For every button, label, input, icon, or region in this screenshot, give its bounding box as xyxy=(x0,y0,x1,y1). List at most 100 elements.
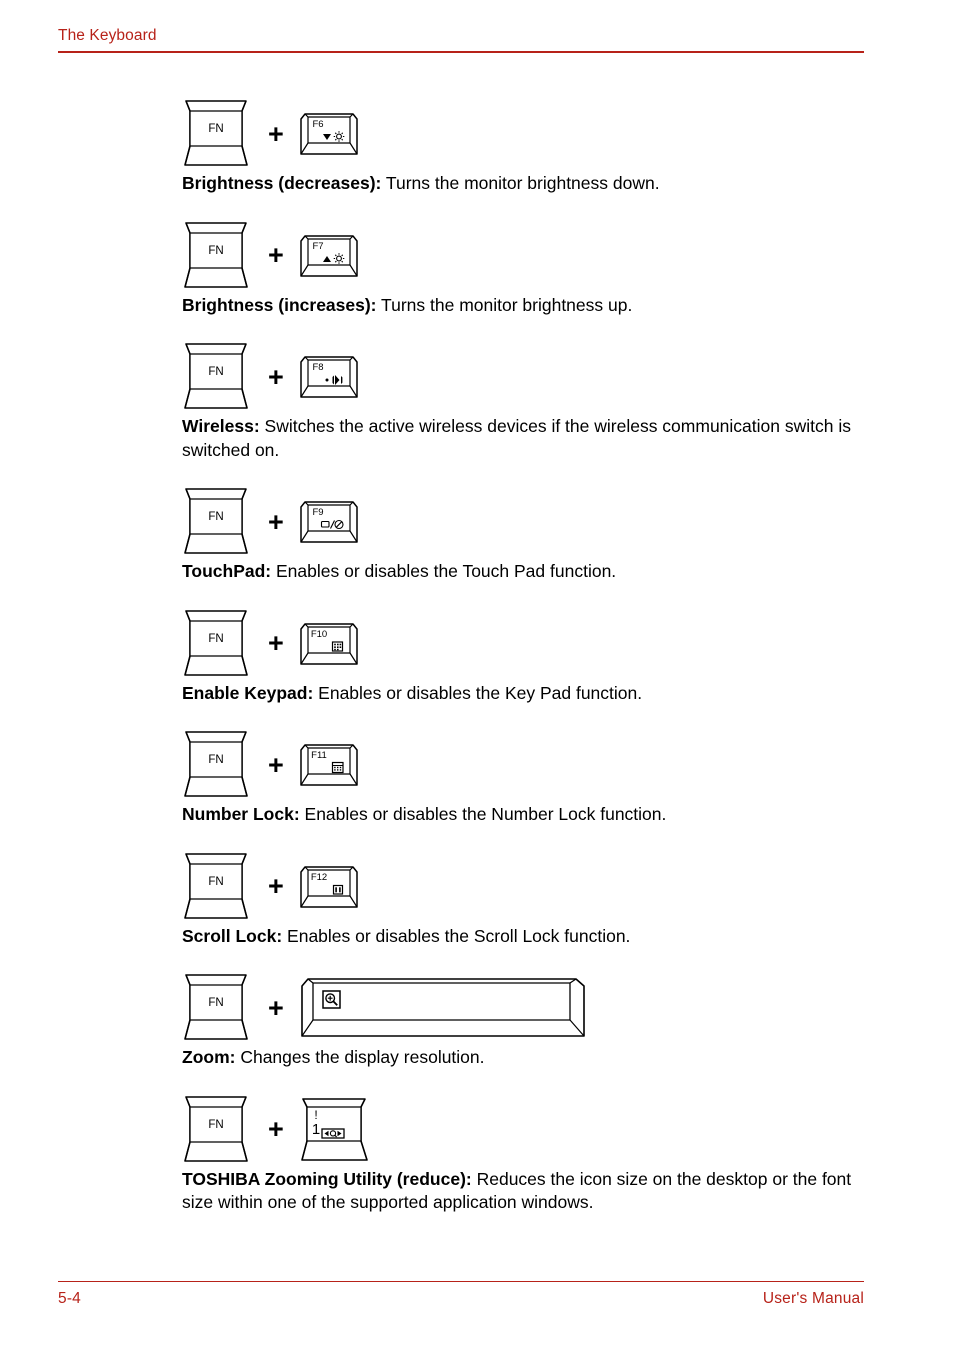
shortcut-description: Scroll Lock: Enables or disables the Scr… xyxy=(182,925,862,949)
fn-key-label: FN xyxy=(208,123,223,135)
plus-sign: + xyxy=(268,749,284,780)
f10-keycap[interactable]: F10 xyxy=(298,620,360,668)
f11-keycap[interactable]: F11 xyxy=(298,741,360,789)
plus-sign: + xyxy=(268,628,284,658)
shift-exclamation-label: ! xyxy=(314,1108,317,1122)
fn-keycap[interactable]: FN xyxy=(182,729,250,801)
shortcut-entry-brightness-decreases: FN + F6 Brightness (decreases): Turns th… xyxy=(182,98,882,220)
f7-key-label: F7 xyxy=(312,241,323,252)
f8-key-label: F8 xyxy=(312,362,323,373)
shortcut-text: Enables or disables the Number Lock func… xyxy=(299,804,667,824)
shortcut-description: Number Lock: Enables or disables the Num… xyxy=(182,803,862,827)
shortcut-text: Changes the display resolution. xyxy=(235,1047,485,1067)
shortcut-entry-scroll-lock: FN + F12 Scroll Lock: Enables or disable… xyxy=(182,851,882,973)
shortcut-entry-enable-keypad: FN + F10 Enable Keypad: Enables or disab… xyxy=(182,608,882,730)
shortcut-term: Brightness (increases): xyxy=(182,294,377,315)
plus-sign: + xyxy=(268,506,284,537)
f6-key-label: F6 xyxy=(312,119,323,130)
shortcut-entry-touchpad: FN + F9 TouchPad: Enables or disables th… xyxy=(182,486,882,608)
plus-sign: + xyxy=(268,240,284,270)
fn-key-label: FN xyxy=(208,754,223,766)
fn-key-label: FN xyxy=(208,1119,223,1131)
fn-keycap[interactable]: FN xyxy=(182,98,250,170)
shortcut-text: Turns the monitor brightness down. xyxy=(381,173,660,193)
plus-sign: + xyxy=(268,992,284,1023)
fn-key-label: FN xyxy=(208,876,223,888)
shortcut-description: TOSHIBA Zooming Utility (reduce): Reduce… xyxy=(182,1168,862,1215)
shortcut-description: Brightness (decreases): Turns the monito… xyxy=(182,172,862,196)
shortcut-text: Enables or disables the Scroll Lock func… xyxy=(282,925,631,946)
manual-page: The Keyboard FN + F6 Brightness (decreas… xyxy=(0,0,954,1352)
fn-keycap[interactable]: FN xyxy=(182,486,250,558)
key-combination: FN + F9 xyxy=(182,486,882,558)
key-combination: FN + F6 xyxy=(182,98,882,170)
shortcut-description: Enable Keypad: Enables or disables the K… xyxy=(182,682,862,706)
shortcut-term: TOSHIBA Zooming Utility (reduce): xyxy=(182,1168,472,1189)
f6-keycap[interactable]: F6 xyxy=(298,110,360,158)
fn-key-label: FN xyxy=(208,245,223,257)
f11-key-label: F11 xyxy=(311,750,327,761)
fn-key-label: FN xyxy=(208,511,223,523)
f12-keycap[interactable]: F12 xyxy=(298,863,360,911)
shortcut-term: Brightness (decreases): xyxy=(182,173,382,193)
key-combination: FN + F12 xyxy=(182,851,882,923)
number-one-keycap[interactable]: ! 1 xyxy=(298,1095,370,1165)
key-combination: FN + F8 xyxy=(182,341,882,413)
shortcut-term: Wireless: xyxy=(182,416,260,436)
fn-keycap[interactable]: FN xyxy=(182,1094,250,1166)
plus-sign: + xyxy=(268,871,284,901)
shortcut-term: Zoom: xyxy=(182,1047,236,1067)
spacebar-keycap[interactable] xyxy=(298,975,588,1041)
shortcut-term: TouchPad: xyxy=(182,561,272,581)
shortcut-description: Zoom: Changes the display resolution. xyxy=(182,1046,862,1070)
shortcut-text: Enables or disables the Touch Pad functi… xyxy=(271,561,617,581)
footer-page-number: 5-4 xyxy=(58,1290,82,1307)
fn-keycap[interactable]: FN xyxy=(182,608,250,680)
fn-keycap[interactable]: FN xyxy=(182,851,250,923)
shortcut-entry-wireless: FN + F8 Wireless: Switches the active wi… xyxy=(182,341,882,486)
f7-keycap[interactable]: F7 xyxy=(298,232,360,280)
key-combination: FN + xyxy=(182,972,882,1044)
shortcut-term: Number Lock: xyxy=(182,804,300,824)
f9-key-label: F9 xyxy=(312,507,323,518)
shortcut-entry-number-lock: FN + F11 Number Lock: Enables or disable… xyxy=(182,729,882,851)
shortcut-text: Switches the active wireless devices if … xyxy=(182,416,851,460)
fn-keycap[interactable]: FN xyxy=(182,341,250,413)
page-footer: 5-4 User's Manual xyxy=(58,1281,864,1308)
plus-sign: + xyxy=(268,118,284,149)
f8-keycap[interactable]: F8 xyxy=(298,353,360,401)
fn-key-label: FN xyxy=(208,633,223,645)
plus-sign: + xyxy=(268,361,284,392)
header-divider xyxy=(58,51,864,53)
fn-keycap[interactable]: FN xyxy=(182,220,250,292)
key-combination: FN + ! 1 xyxy=(182,1094,882,1166)
running-header-title: The Keyboard xyxy=(58,27,157,44)
plus-sign: + xyxy=(268,1114,284,1144)
shortcut-description: Brightness (increases): Turns the monito… xyxy=(182,294,862,318)
f9-keycap[interactable]: F9 xyxy=(298,498,360,546)
shortcut-description: Wireless: Switches the active wireless d… xyxy=(182,415,862,462)
key-combination: FN + F11 xyxy=(182,729,882,801)
shortcut-term: Scroll Lock: xyxy=(182,925,283,946)
footer-divider xyxy=(58,1281,864,1282)
number-one-label: 1 xyxy=(312,1121,320,1138)
key-combination: FN + F7 xyxy=(182,220,882,292)
shortcut-entry-brightness-increases: FN + F7 Brightness (increases): Turns th… xyxy=(182,220,882,342)
f12-key-label: F12 xyxy=(311,872,327,883)
shortcut-entry-zoom: FN + Zoom: Changes the display resolutio… xyxy=(182,972,882,1094)
footer-document-label: User's Manual xyxy=(762,1290,864,1307)
shortcut-text: Enables or disables the Key Pad function… xyxy=(313,682,643,703)
fn-keycap[interactable]: FN xyxy=(182,972,250,1044)
key-combination: FN + F10 xyxy=(182,608,882,680)
shortcut-description: TouchPad: Enables or disables the Touch … xyxy=(182,560,862,584)
fn-key-label: FN xyxy=(208,366,223,378)
fn-key-label: FN xyxy=(208,997,223,1009)
